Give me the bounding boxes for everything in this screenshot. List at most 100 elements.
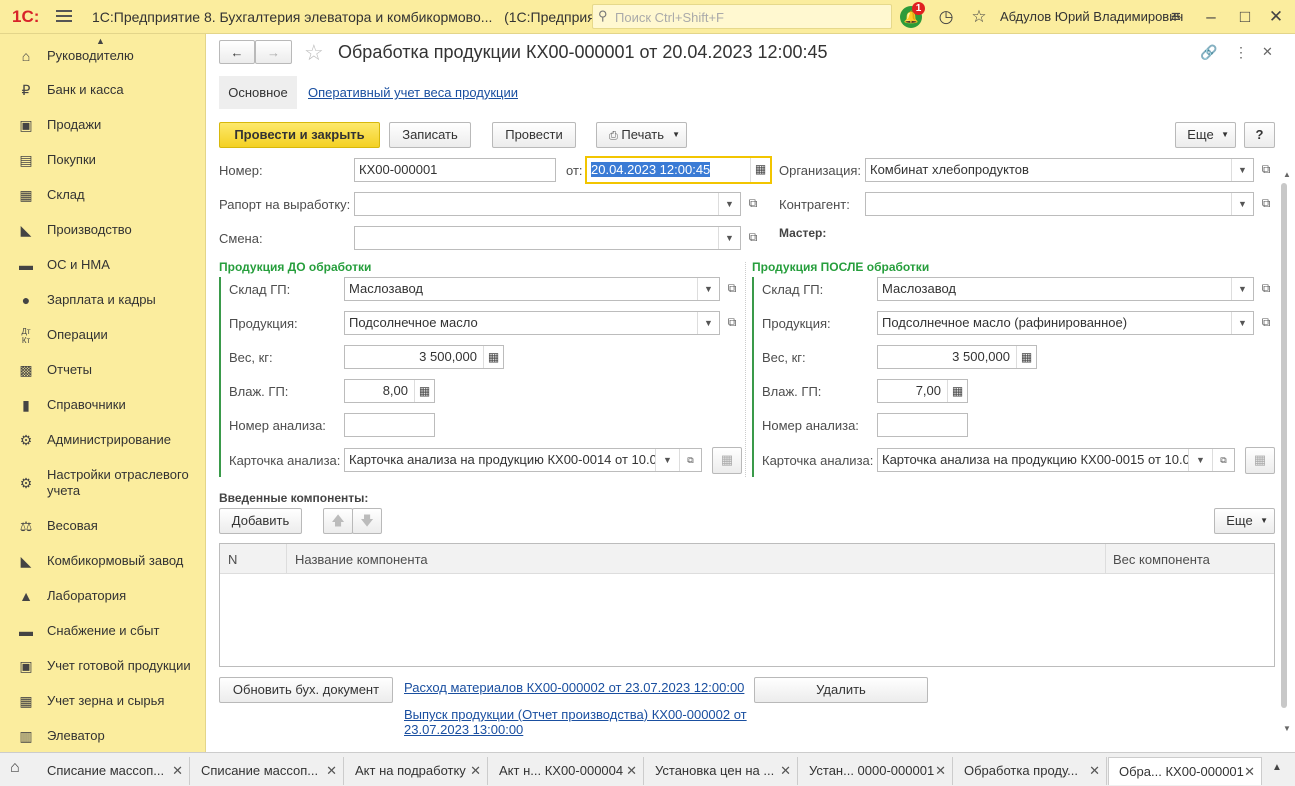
before-analysis-number-field[interactable] [344,413,435,437]
search-input[interactable]: ⚲ Поиск Ctrl+Shift+F [592,4,892,29]
close-tab-icon[interactable]: ✕ [935,757,946,785]
chevron-down-icon[interactable]: ▼ [1231,193,1253,215]
chevron-down-icon[interactable]: ▼ [1188,449,1212,471]
after-card-action-button[interactable]: ▦ [1245,447,1275,474]
organization-field[interactable]: Комбинат хлебопродуктов ▼ [865,158,1254,182]
settings-menu-icon[interactable]: ≡ [1165,6,1187,28]
column-component-name[interactable]: Название компонента [295,552,428,567]
components-table[interactable]: N Название компонента Вес компонента [219,543,1275,667]
favorite-star-icon[interactable]: ☆ [304,40,324,66]
before-card-field[interactable]: Карточка анализа на продукцию КХ00-0014 … [344,448,702,472]
calculator-icon[interactable]: ▦ [947,380,967,402]
home-icon[interactable]: ⌂ [10,759,20,777]
chevron-down-icon[interactable]: ▼ [718,227,740,249]
more-button[interactable]: Еще ▼ [1175,122,1236,148]
open-icon[interactable]: ⧉ [679,449,701,471]
open-contractor-icon[interactable]: ⧉ [1257,192,1275,214]
column-component-weight[interactable]: Вес компонента [1113,552,1210,567]
delete-button[interactable]: Удалить [754,677,928,703]
user-name[interactable]: Абдулов Юрий Владимирович [1000,9,1183,24]
chevron-down-icon[interactable]: ▼ [697,278,719,300]
main-menu-icon[interactable] [56,8,72,24]
before-moisture-field[interactable]: 8,00 ▦ [344,379,435,403]
window-tab[interactable]: Обработка проду... ✕ [954,757,1107,785]
report-field[interactable]: ▼ [354,192,741,216]
column-number[interactable]: N [228,552,237,567]
close-tab-icon[interactable]: ✕ [326,757,337,785]
open-organization-icon[interactable]: ⧉ [1257,158,1275,180]
after-product-field[interactable]: Подсолнечное масло (рафинированное) ▼ [877,311,1254,335]
open-shift-icon[interactable]: ⧉ [744,226,762,248]
more-actions-icon[interactable]: ⋮ [1234,44,1248,61]
after-warehouse-field[interactable]: Маслозавод ▼ [877,277,1254,301]
before-warehouse-field[interactable]: Маслозавод ▼ [344,277,720,301]
chevron-down-icon[interactable]: ▼ [1231,312,1253,334]
close-tab-icon[interactable]: ✕ [1089,757,1100,785]
calculator-icon[interactable]: ▦ [414,380,434,402]
chevron-down-icon[interactable]: ▼ [718,193,740,215]
window-tab[interactable]: Устан... 0000-000001 ✕ [799,757,953,785]
open-icon[interactable]: ⧉ [1212,449,1234,471]
link-icon[interactable]: 🔗 [1200,44,1217,61]
after-weight-field[interactable]: 3 500,000 ▦ [877,345,1037,369]
close-icon[interactable]: ✕ [1265,6,1287,28]
open-after-warehouse-icon[interactable]: ⧉ [1257,277,1275,299]
close-tab-icon[interactable]: ✕ [780,757,791,785]
open-after-product-icon[interactable]: ⧉ [1257,311,1275,333]
after-moisture-field[interactable]: 7,00 ▦ [877,379,968,403]
post-button[interactable]: Провести [492,122,576,148]
chevron-down-icon[interactable]: ▼ [697,312,719,334]
open-before-product-icon[interactable]: ⧉ [723,311,741,333]
production-output-link[interactable]: Выпуск продукции (Отчет производства) КХ… [404,707,749,737]
after-card-field[interactable]: Карточка анализа на продукцию КХ00-0015 … [877,448,1235,472]
post-and-close-button[interactable]: Провести и закрыть [219,122,380,148]
close-tab-icon[interactable]: ✕ [626,757,637,785]
tab-weight-accounting[interactable]: Оперативный учет веса продукции [308,85,518,100]
close-tab-icon[interactable]: ✕ [1244,758,1255,785]
shift-field[interactable]: ▼ [354,226,741,250]
add-component-button[interactable]: Добавить [219,508,302,534]
window-tab[interactable]: Акт н... КХ00-000004 ✕ [489,757,644,785]
date-field[interactable]: 20.04.2023 12:00:45 ▦ [585,156,772,184]
sidebar-item-industry-settings[interactable]: ⚙ Настройки отраслевого учета [0,467,205,501]
scroll-up-icon[interactable]: ▲ [96,36,105,46]
window-tab[interactable]: Списание массоп... ✕ [37,757,190,785]
components-more-button[interactable]: Еще ▼ [1214,508,1275,534]
open-report-icon[interactable]: ⧉ [744,192,762,214]
back-button[interactable]: ← [219,40,255,64]
move-down-button[interactable]: 🡇 [352,508,382,534]
scroll-up-icon[interactable]: ▲ [1283,170,1291,179]
window-tab[interactable]: Списание массоп... ✕ [191,757,344,785]
scrollbar[interactable] [1281,180,1289,720]
close-tab-icon[interactable]: ✕ [172,757,183,785]
after-analysis-number-field[interactable] [877,413,968,437]
calculator-icon[interactable]: ▦ [1016,346,1036,368]
before-product-field[interactable]: Подсолнечное масло ▼ [344,311,720,335]
scroll-down-icon[interactable]: ▼ [1283,724,1291,733]
save-button[interactable]: Записать [389,122,471,148]
window-tab[interactable]: Установка цен на ... ✕ [645,757,798,785]
print-button[interactable]: ⎙ Печать ▼ [596,122,687,148]
chevron-down-icon[interactable]: ▼ [1231,159,1253,181]
window-tab[interactable]: Акт на подработку ✕ [345,757,488,785]
close-form-icon[interactable]: ✕ [1262,44,1273,60]
forward-button[interactable]: → [255,40,292,64]
move-up-button[interactable]: 🡅 [323,508,353,534]
before-weight-field[interactable]: 3 500,000 ▦ [344,345,504,369]
help-button[interactable]: ? [1244,122,1275,148]
open-before-warehouse-icon[interactable]: ⧉ [723,277,741,299]
window-tab-active[interactable]: Обра... КХ00-000001 ✕ [1108,757,1262,785]
tab-main[interactable]: Основное [219,76,297,109]
history-icon[interactable]: ◷ [935,6,957,28]
favorites-icon[interactable]: ☆ [968,6,990,28]
refresh-accounting-doc-button[interactable]: Обновить бух. документ [219,677,393,703]
chevron-down-icon[interactable]: ▼ [655,449,679,471]
minimize-icon[interactable]: – [1200,6,1222,28]
materials-expense-link[interactable]: Расход материалов КХ00-000002 от 23.07.2… [404,680,744,695]
maximize-icon[interactable]: □ [1234,6,1256,28]
before-card-action-button[interactable]: ▦ [712,447,742,474]
calculator-icon[interactable]: ▦ [483,346,503,368]
close-tab-icon[interactable]: ✕ [470,757,481,785]
chevron-down-icon[interactable]: ▼ [1231,278,1253,300]
tabs-menu-icon[interactable]: ▲ [1272,762,1282,773]
